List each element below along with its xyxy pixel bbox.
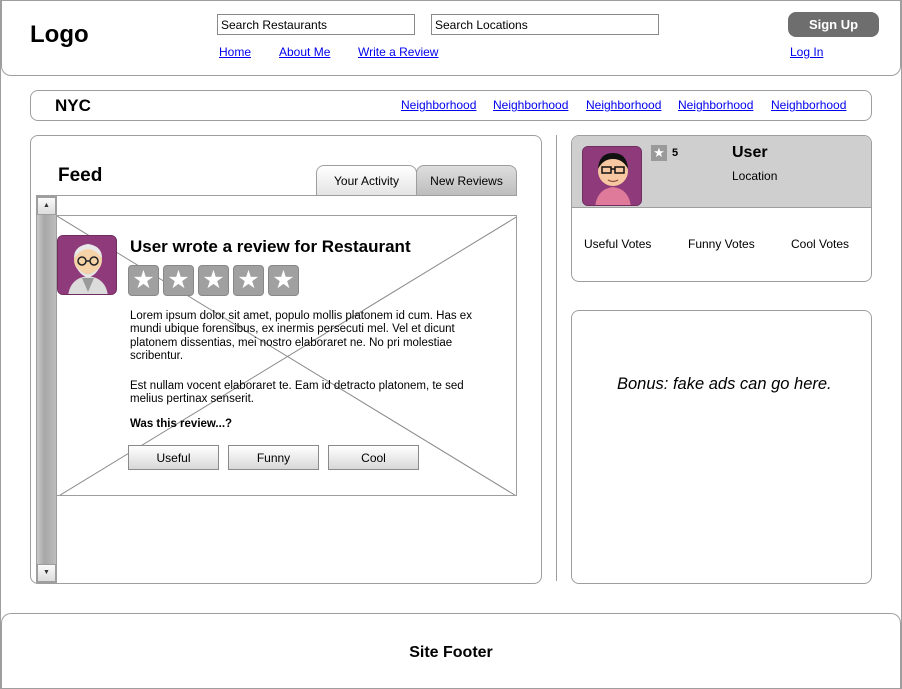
footer-text: Site Footer	[409, 644, 493, 661]
tab-your-activity[interactable]: Your Activity	[316, 165, 417, 196]
log-in-link[interactable]: Log In	[790, 45, 823, 59]
search-locations-input[interactable]	[431, 14, 659, 35]
column-divider	[556, 135, 557, 581]
user-profile-header: ★ 5 User Location	[572, 136, 871, 208]
useful-votes-label: Useful Votes	[584, 237, 652, 251]
sign-up-button[interactable]: Sign Up	[788, 12, 879, 37]
cool-button[interactable]: Cool	[328, 445, 419, 470]
nav-about-link[interactable]: About Me	[279, 45, 330, 59]
nav-home-link[interactable]: Home	[219, 45, 251, 59]
neighborhood-link[interactable]: Neighborhood	[493, 98, 568, 112]
ad-text: Bonus: fake ads can go here.	[617, 375, 832, 393]
star-icon: ★	[651, 145, 667, 161]
user-name[interactable]: User	[732, 144, 768, 162]
site-logo[interactable]: Logo	[30, 21, 89, 49]
review-body-paragraph: Est nullam vocent elaboraret te. Eam id …	[130, 380, 464, 406]
star-icon: ★	[198, 265, 229, 296]
review-card: User wrote a review for Restaurant ★ ★ ★…	[56, 215, 517, 496]
tab-divider	[36, 195, 517, 196]
review-rating: ★ ★ ★ ★ ★	[128, 265, 299, 296]
user-avatar[interactable]	[582, 146, 642, 206]
neighborhood-link[interactable]: Neighborhood	[771, 98, 846, 112]
arrow-down-icon[interactable]: ▼	[37, 564, 56, 582]
feed-scrollbar[interactable]: ▲ ▼	[36, 196, 57, 583]
ad-panel: Bonus: fake ads can go here.	[571, 310, 872, 584]
funny-votes-label: Funny Votes	[688, 237, 755, 251]
reviewer-avatar[interactable]	[57, 235, 117, 295]
star-icon: ★	[268, 265, 299, 296]
search-restaurants-input[interactable]	[217, 14, 415, 35]
review-body-paragraph: Lorem ipsum dolor sit amet, populo molli…	[130, 310, 472, 362]
neighborhood-link[interactable]: Neighborhood	[401, 98, 476, 112]
vote-prompt: Was this review...?	[130, 418, 233, 430]
city-name: NYC	[55, 96, 91, 115]
nav-write-review-link[interactable]: Write a Review	[358, 45, 438, 59]
funny-button[interactable]: Funny	[228, 445, 319, 470]
star-icon: ★	[163, 265, 194, 296]
site-header: Logo Home About Me Write a Review Sign U…	[1, 1, 901, 76]
neighborhood-link[interactable]: Neighborhood	[586, 98, 661, 112]
user-review-count: 5	[672, 147, 679, 159]
feed-panel: Feed Your Activity New Reviews ▲ ▼ User	[30, 135, 542, 584]
star-icon: ★	[233, 265, 264, 296]
neighborhood-link[interactable]: Neighborhood	[678, 98, 753, 112]
tab-new-reviews[interactable]: New Reviews	[416, 165, 517, 196]
city-bar: NYC Neighborhood Neighborhood Neighborho…	[30, 90, 872, 121]
useful-button[interactable]: Useful	[128, 445, 219, 470]
user-location: Location	[732, 169, 778, 183]
feed-title: Feed	[58, 165, 103, 186]
star-icon: ★	[128, 265, 159, 296]
site-footer: Site Footer	[1, 613, 901, 688]
review-heading[interactable]: User wrote a review for Restaurant	[130, 237, 411, 257]
arrow-up-icon[interactable]: ▲	[37, 197, 56, 215]
user-profile-panel: ★ 5 User Location Useful Votes Funny Vot…	[571, 135, 872, 282]
cool-votes-label: Cool Votes	[791, 237, 850, 251]
